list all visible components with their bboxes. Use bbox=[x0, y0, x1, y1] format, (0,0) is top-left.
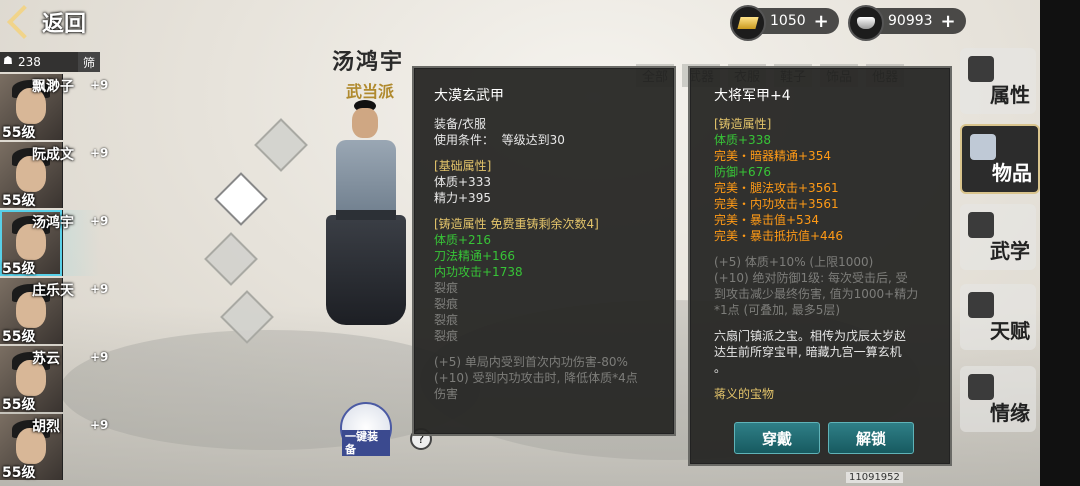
one-key-equip-button[interactable]: 一键装备 bbox=[340, 402, 392, 456]
hero-sect: 武当派 bbox=[346, 82, 395, 101]
member-level: 55级 bbox=[2, 465, 36, 481]
back-button[interactable]: 返回 bbox=[6, 5, 87, 39]
nav-items[interactable]: 物品 bbox=[960, 124, 1040, 194]
add-gold-button[interactable]: + bbox=[814, 11, 829, 32]
member-level: 55级 bbox=[2, 329, 36, 345]
nav-label: 天赋 bbox=[990, 319, 1030, 343]
nav-label: 物品 bbox=[992, 161, 1032, 185]
chevron-left-icon bbox=[7, 5, 41, 39]
forge-attr: 防御+676 bbox=[714, 165, 771, 179]
silver-currency: 90993 + bbox=[848, 5, 966, 41]
member-level: 55级 bbox=[2, 193, 36, 209]
nav-bonds[interactable]: 情缘 bbox=[960, 366, 1036, 432]
forge-attr: 体质+216 bbox=[434, 233, 491, 247]
back-label: 返回 bbox=[42, 12, 87, 37]
hero-name: 汤鸿宇 bbox=[332, 49, 405, 75]
treasure-owner: 蒋义的宝物 bbox=[714, 387, 775, 401]
player-id: 11091952 bbox=[846, 472, 903, 483]
item-description: 达生前所穿宝甲, 暗藏九宫一算玄机 bbox=[714, 345, 902, 359]
member-name: 阮成文 bbox=[32, 147, 74, 163]
member-name: 汤鸿宇 bbox=[32, 215, 74, 231]
member-enhance: +9 bbox=[90, 418, 109, 432]
compare-item-tooltip: 大将军甲+4 [铸造属性] 体质+338 完美・暗器精通+354 防御+676 … bbox=[688, 66, 952, 466]
item-type: 装备/衣服 bbox=[434, 117, 487, 131]
side-navigation: 属性 物品 武学 天赋 情缘 bbox=[960, 40, 1040, 486]
nav-attributes[interactable]: 属性 bbox=[960, 48, 1036, 114]
forge-attr: 刀法精通+166 bbox=[434, 249, 515, 263]
set-effect: (+10) 绝对防御1级: 每次受击后, 受 bbox=[714, 271, 908, 285]
unlock-button[interactable]: 解锁 bbox=[828, 422, 914, 454]
set-effect: (+5) 体质+10% (上限1000) bbox=[714, 255, 874, 269]
forge-attr: 完美・暴击值+534 bbox=[714, 213, 819, 227]
item-description: 六扇门镇派之宝。相传为戊辰太岁赵 bbox=[714, 329, 907, 343]
nav-label: 情缘 bbox=[990, 401, 1030, 425]
one-key-equip-label: 一键装备 bbox=[342, 430, 390, 456]
member-enhance: +9 bbox=[90, 146, 109, 160]
forge-attr: 完美・暗器精通+354 bbox=[714, 149, 831, 163]
wear-button[interactable]: 穿戴 bbox=[734, 422, 820, 454]
nav-talent[interactable]: 天赋 bbox=[960, 284, 1036, 350]
member-name: 胡烈 bbox=[32, 419, 60, 435]
forge-attr: 完美・内功攻击+3561 bbox=[714, 197, 839, 211]
crack-slot: 裂痕 bbox=[434, 281, 459, 295]
roster-member[interactable]: 苏云 +9 55级 bbox=[0, 346, 108, 413]
item-description: 。 bbox=[714, 361, 727, 375]
member-enhance: +9 bbox=[90, 78, 109, 92]
roster-member-selected[interactable]: 汤鸿宇 +9 55级 bbox=[0, 210, 108, 277]
nav-label: 武学 bbox=[990, 239, 1030, 263]
basic-attr: 体质+333 bbox=[434, 175, 491, 189]
equipped-item-tooltip: 大漠玄武甲 装备/衣服 使用条件： 等级达到30 [基础属性] 体质+333 精… bbox=[412, 66, 676, 436]
member-level: 55级 bbox=[2, 397, 36, 413]
basic-attr-header: [基础属性] bbox=[434, 159, 492, 173]
member-enhance: +9 bbox=[90, 214, 109, 228]
item-title: 大漠玄武甲 bbox=[434, 88, 504, 104]
forge-attr: 完美・腿法攻击+3561 bbox=[714, 181, 839, 195]
item-use-condition: 使用条件： 等级达到30 bbox=[434, 133, 565, 147]
member-name: 飘渺子 bbox=[32, 79, 74, 95]
forge-attr: 体质+338 bbox=[714, 133, 771, 147]
forge-attr-header: [铸造属性 免费重铸剩余次数4] bbox=[434, 217, 599, 231]
gold-amount: 1050 bbox=[770, 13, 806, 29]
roster-member[interactable]: 庄乐天 +9 55级 bbox=[0, 278, 108, 345]
crack-slot: 裂痕 bbox=[434, 313, 459, 327]
roster-member[interactable]: 阮成文 +9 55级 bbox=[0, 142, 108, 209]
nav-martial-arts[interactable]: 武学 bbox=[960, 204, 1036, 270]
silver-amount: 90993 bbox=[888, 13, 933, 29]
forge-attr: 内功攻击+1738 bbox=[434, 265, 523, 279]
people-icon: ☗ bbox=[3, 54, 13, 67]
member-enhance: +9 bbox=[90, 350, 109, 364]
set-effect: 伤害 bbox=[434, 387, 459, 401]
filter-button[interactable]: 筛 bbox=[78, 52, 100, 72]
member-level: 55级 bbox=[2, 125, 36, 141]
set-effect: *1点 (可叠加, 最多5层) bbox=[714, 303, 841, 317]
hero-figure bbox=[318, 100, 414, 350]
nav-label: 属性 bbox=[990, 83, 1030, 107]
member-name: 苏云 bbox=[32, 351, 60, 367]
gold-ingot-icon bbox=[730, 5, 766, 41]
set-effect: 到攻击减少最终伤害, 值为1000+精力 bbox=[714, 287, 919, 301]
set-effect: (+5) 单局内受到首次内功伤害-80% bbox=[434, 355, 628, 369]
member-name: 庄乐天 bbox=[32, 283, 74, 299]
screen-edge bbox=[1040, 0, 1080, 486]
crack-slot: 裂痕 bbox=[434, 297, 459, 311]
roster-member[interactable]: 飘渺子 +9 55级 bbox=[0, 74, 108, 141]
forge-attr-header: [铸造属性] bbox=[714, 117, 772, 131]
silver-ingot-icon bbox=[848, 5, 884, 41]
forge-attr: 完美・暴击抵抗值+446 bbox=[714, 229, 843, 243]
basic-attr: 精力+395 bbox=[434, 191, 491, 205]
item-title: 大将军甲+4 bbox=[714, 88, 791, 104]
set-effect: (+10) 受到内功攻击时, 降低体质*4点 bbox=[434, 371, 638, 385]
member-enhance: +9 bbox=[90, 282, 109, 296]
add-silver-button[interactable]: + bbox=[941, 11, 956, 32]
roster-header: ☗ 238 筛 bbox=[0, 52, 100, 72]
roster-member[interactable]: 胡烈 +9 55级 bbox=[0, 414, 108, 481]
gold-currency: 1050 + bbox=[730, 5, 839, 41]
crack-slot: 裂痕 bbox=[434, 329, 459, 343]
member-level: 55级 bbox=[2, 261, 36, 277]
